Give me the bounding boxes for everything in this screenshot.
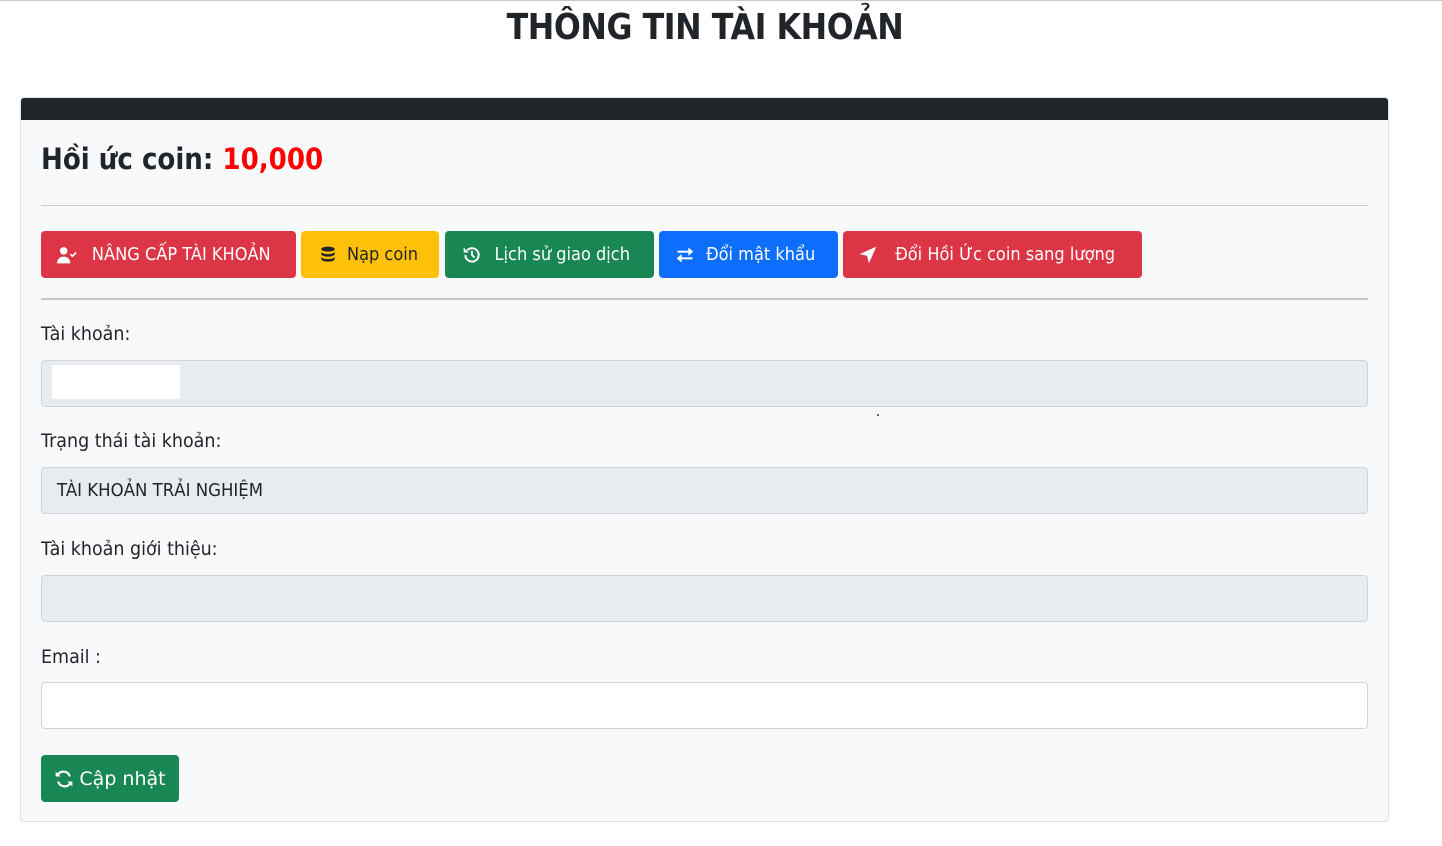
status-label: Trạng thái tài khoản: xyxy=(41,430,222,452)
email-field[interactable] xyxy=(41,682,1368,729)
exchange-arrows-icon xyxy=(677,247,694,262)
card-header xyxy=(21,98,1388,120)
topup-coin-button[interactable]: Nạp coin xyxy=(301,231,439,278)
referrer-label: Tài khoản giới thiệu: xyxy=(41,538,218,560)
update-label: Cập nhật xyxy=(79,767,166,790)
referrer-field xyxy=(41,575,1368,622)
change-password-label: Đổi mật khẩu xyxy=(706,244,816,265)
change-password-button[interactable]: Đổi mật khẩu xyxy=(659,231,838,278)
account-label: Tài khoản: xyxy=(41,323,131,345)
page-title: THÔNG TIN TÀI KHOẢN xyxy=(506,7,904,48)
update-button[interactable]: Cập nhật xyxy=(41,755,179,802)
upgrade-account-button[interactable]: NÂNG CẤP TÀI KHOẢN xyxy=(41,231,296,278)
account-redaction xyxy=(52,365,180,399)
paper-plane-icon xyxy=(859,246,877,263)
transaction-history-label: Lịch sử giao dịch xyxy=(494,244,630,265)
user-check-icon xyxy=(56,246,77,263)
stray-dot xyxy=(877,414,879,416)
topup-coin-label: Nạp coin xyxy=(346,244,419,265)
divider xyxy=(41,298,1368,300)
transaction-history-button[interactable]: Lịch sử giao dịch xyxy=(445,231,654,278)
convert-coin-label: Đổi Hồi Ức coin sang lượng xyxy=(895,244,1115,265)
history-icon xyxy=(463,246,480,263)
convert-coin-button[interactable]: Đổi Hồi Ức coin sang lượng xyxy=(843,231,1142,278)
divider xyxy=(41,205,1368,206)
status-value: TÀI KHOẢN TRẢI NGHIỆM xyxy=(57,480,264,501)
coin-balance-label: Hồi ức coin: xyxy=(41,142,214,176)
account-card: Hồi ức coin: 10,000 NÂNG CẤP TÀI KHOẢN N… xyxy=(20,97,1389,822)
status-field: TÀI KHOẢN TRẢI NGHIỆM xyxy=(41,467,1368,514)
coins-icon xyxy=(321,246,335,262)
refresh-icon xyxy=(56,770,73,787)
coin-balance: Hồi ức coin: 10,000 xyxy=(41,142,323,176)
email-label: Email : xyxy=(41,646,101,668)
account-field xyxy=(41,360,1368,407)
upgrade-account-label: NÂNG CẤP TÀI KHOẢN xyxy=(91,244,271,265)
coin-balance-amount: 10,000 xyxy=(222,142,324,176)
